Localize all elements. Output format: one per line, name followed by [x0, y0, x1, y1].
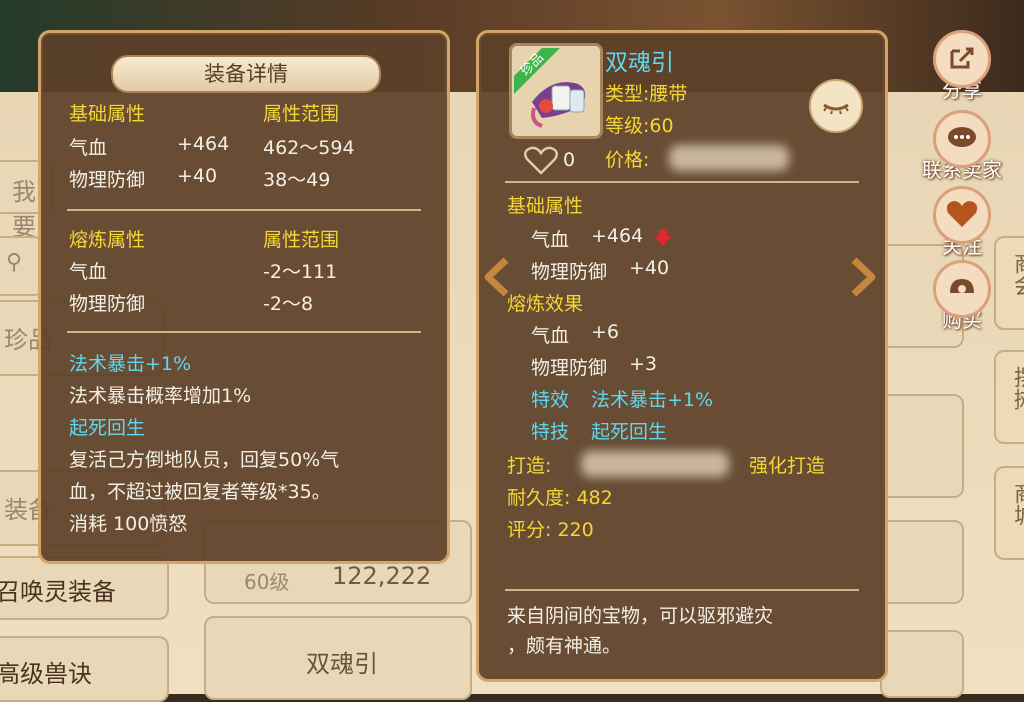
panel-title: 装备详情 [111, 55, 381, 93]
smelt-attr-name: 气血 [69, 261, 108, 283]
item-level: 等级:60 [605, 115, 674, 137]
next-arrow-icon[interactable] [846, 256, 880, 298]
special-effect-desc: 法术暴击概率增加1% [69, 385, 252, 407]
item-description: ，颇有神通。 [507, 635, 622, 657]
listing-card[interactable] [880, 520, 964, 604]
equipment-detail-panel: 装备详情 基础属性 属性范围 气血 +464 462～594 物理防御 +40 … [38, 30, 450, 564]
special-effect-value: 法术暴击+1% [591, 389, 714, 411]
eye-closed-icon [823, 103, 849, 115]
listing-card[interactable] [880, 630, 964, 698]
share-button[interactable]: 分享 [922, 30, 1002, 103]
special-effect-label: 特效 [531, 389, 570, 411]
special-skill-name: 起死回生 [69, 417, 146, 439]
toggle-view-button[interactable] [809, 79, 863, 133]
smelt-attr-range: -2～111 [263, 261, 338, 283]
listing-price: 122,222 [332, 562, 432, 590]
attr-range-header: 属性范围 [263, 103, 340, 125]
special-skill-desc: 复活己方倒地队员，回复50%气 [69, 449, 340, 471]
buy-icon [933, 260, 991, 318]
contact-seller-button[interactable]: 联系卖家 [906, 110, 1018, 183]
attr-name: 气血 [531, 229, 570, 251]
right-tab-label: 摆摊 [1010, 366, 1024, 410]
listing-name: 双魂引 [306, 650, 378, 678]
right-tab-shangcheng[interactable]: 商城 [994, 466, 1024, 560]
menu-item-label: 高级兽诀 [0, 660, 92, 688]
item-name: 双魂引 [605, 50, 674, 76]
special-skill-value: 起死回生 [591, 421, 668, 443]
item-icon: 珍品 [509, 43, 603, 139]
divider [505, 181, 859, 183]
attr-name: 物理防御 [69, 169, 146, 191]
divider [505, 589, 859, 591]
right-tab-baitan[interactable]: 摆摊 [994, 350, 1024, 444]
special-effect-name: 法术暴击+1% [69, 353, 192, 375]
attr-name: 物理防御 [531, 261, 608, 283]
attr-name: 气血 [69, 137, 108, 159]
menu-item-label: 召唤灵装备 [0, 578, 116, 606]
share-icon [933, 30, 991, 88]
right-tab-label: 商城 [1010, 482, 1024, 526]
smelt-header: 熔炼效果 [507, 293, 584, 315]
follow-button[interactable]: 关注 [922, 186, 1002, 259]
attr-value: +40 [177, 165, 218, 187]
chat-icon [933, 110, 991, 168]
price-label: 价格: [605, 149, 650, 171]
smelt-range-header: 属性范围 [263, 229, 340, 251]
divider [67, 209, 421, 211]
basic-attr-header: 基础属性 [507, 195, 584, 217]
heart-icon[interactable] [523, 145, 559, 175]
menu-item-summon-equip[interactable]: 召唤灵装备 [0, 556, 169, 620]
like-count: 0 [563, 149, 576, 171]
smelt-attr-value: +3 [629, 353, 658, 375]
attr-value: +40 [629, 257, 670, 279]
smelt-attr-name: 物理防御 [531, 357, 608, 379]
price-value-hidden [669, 145, 789, 171]
item-card-panel: 珍品 双魂引 类型:腰带 等级:60 0 价格: 基础属性 气血 +464 物理… [476, 30, 888, 682]
smelt-attr-header: 熔炼属性 [69, 229, 146, 251]
prev-arrow-icon[interactable] [480, 256, 514, 298]
right-tab-label: 商会 [1010, 252, 1024, 296]
attr-value: +464 [591, 225, 644, 247]
score: 评分: 220 [507, 519, 594, 541]
smelt-attr-value: +6 [591, 321, 620, 343]
special-skill-label: 特技 [531, 421, 570, 443]
smelt-attr-range: -2～8 [263, 293, 314, 315]
forge-type: 强化打造 [749, 455, 826, 477]
special-skill-desc: 血，不超过被回复者等级*35。 [69, 481, 331, 503]
item-description: 来自阴间的宝物，可以驱邪避灾 [507, 605, 774, 627]
attr-value: +464 [177, 133, 230, 155]
attr-range: 462～594 [263, 137, 355, 159]
heart-icon [933, 186, 991, 244]
decrease-arrow-icon [654, 229, 672, 246]
forge-label: 打造: [507, 455, 552, 477]
listing-card[interactable] [880, 394, 964, 498]
listing-level: 60级 [244, 570, 290, 594]
menu-item-advanced-skill[interactable]: 高级兽诀 [0, 636, 169, 702]
item-type: 类型:腰带 [605, 83, 688, 105]
search-icon: ⚲ [6, 250, 23, 275]
listing-card[interactable]: 双魂引 [204, 616, 472, 700]
buy-button[interactable]: 购买 [922, 260, 1002, 333]
divider [67, 331, 421, 333]
forger-name-hidden [581, 451, 729, 477]
attr-range: 38～49 [263, 169, 331, 191]
basic-attr-header: 基础属性 [69, 103, 146, 125]
special-skill-cost: 消耗 100愤怒 [69, 513, 188, 535]
smelt-attr-name: 气血 [531, 325, 570, 347]
smelt-attr-name: 物理防御 [69, 293, 146, 315]
durability: 耐久度: 482 [507, 487, 613, 509]
